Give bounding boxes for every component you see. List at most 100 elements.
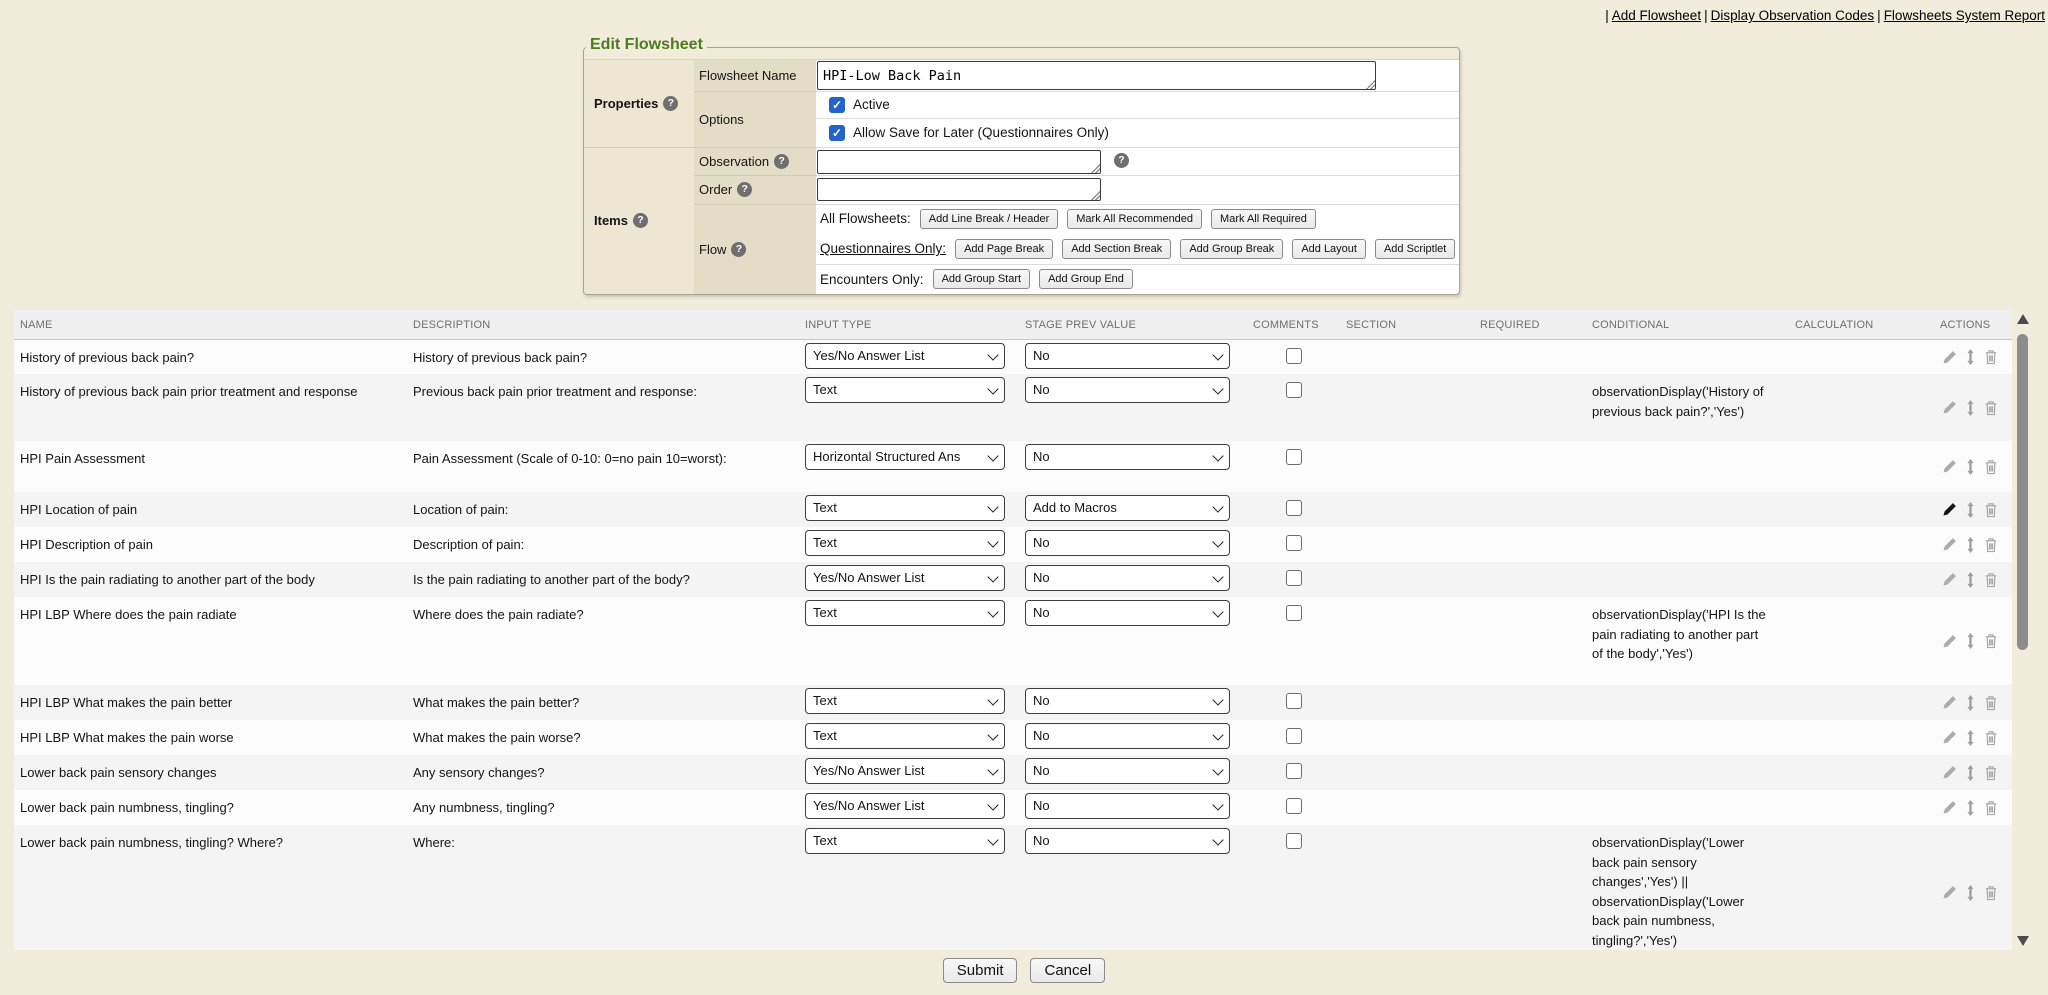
input-type-select[interactable]: Text: [805, 377, 1005, 403]
flow-button[interactable]: Add Group Break: [1180, 239, 1283, 259]
edit-pencil-icon[interactable]: [1942, 885, 1957, 900]
stage-prev-value-select[interactable]: No: [1025, 530, 1230, 556]
input-type-select[interactable]: Text: [805, 723, 1005, 749]
help-icon[interactable]: [633, 213, 648, 228]
scroll-up-icon[interactable]: [2017, 314, 2029, 324]
scroll-down-icon[interactable]: [2017, 936, 2029, 946]
header-link[interactable]: Add Flowsheet: [1612, 8, 1701, 23]
delete-trash-icon[interactable]: [1984, 765, 1998, 781]
stage-prev-value-select[interactable]: No: [1025, 758, 1230, 784]
delete-trash-icon[interactable]: [1984, 400, 1998, 416]
flow-button[interactable]: Add Group Start: [933, 269, 1031, 289]
stage-prev-value-select[interactable]: No: [1025, 793, 1230, 819]
edit-pencil-icon[interactable]: [1942, 350, 1957, 365]
delete-trash-icon[interactable]: [1984, 800, 1998, 816]
comments-checkbox[interactable]: [1286, 535, 1302, 551]
header-link[interactable]: Flowsheets System Report: [1884, 8, 2045, 23]
comments-checkbox[interactable]: [1286, 763, 1302, 779]
option-checkbox[interactable]: ✓: [829, 97, 845, 113]
reorder-updown-icon[interactable]: [1966, 459, 1975, 475]
input-type-select[interactable]: Yes/No Answer List: [805, 793, 1005, 819]
flow-button[interactable]: Add Group End: [1039, 269, 1133, 289]
resize-grip-icon[interactable]: [1365, 79, 1375, 89]
input-type-select[interactable]: Yes/No Answer List: [805, 758, 1005, 784]
reorder-updown-icon[interactable]: [1966, 537, 1975, 553]
edit-pencil-icon[interactable]: [1942, 502, 1957, 517]
reorder-updown-icon[interactable]: [1966, 730, 1975, 746]
help-icon[interactable]: [737, 182, 752, 197]
help-icon[interactable]: [731, 242, 746, 257]
order-input[interactable]: [818, 179, 1100, 200]
edit-pencil-icon[interactable]: [1942, 765, 1957, 780]
flow-button[interactable]: Add Scriptlet: [1375, 239, 1455, 259]
input-type-select[interactable]: Text: [805, 495, 1005, 521]
delete-trash-icon[interactable]: [1984, 730, 1998, 746]
comments-checkbox[interactable]: [1286, 693, 1302, 709]
comments-checkbox[interactable]: [1286, 833, 1302, 849]
reorder-updown-icon[interactable]: [1966, 400, 1975, 416]
delete-trash-icon[interactable]: [1984, 695, 1998, 711]
comments-checkbox[interactable]: [1286, 449, 1302, 465]
header-link[interactable]: Display Observation Codes: [1711, 8, 1875, 23]
help-icon[interactable]: [663, 96, 678, 111]
input-type-select[interactable]: Text: [805, 688, 1005, 714]
delete-trash-icon[interactable]: [1984, 885, 1998, 901]
flow-button[interactable]: Add Layout: [1292, 239, 1366, 259]
comments-checkbox[interactable]: [1286, 728, 1302, 744]
stage-prev-value-select[interactable]: No: [1025, 600, 1230, 626]
submit-button[interactable]: Submit: [943, 958, 1018, 983]
input-type-select[interactable]: Yes/No Answer List: [805, 565, 1005, 591]
delete-trash-icon[interactable]: [1984, 537, 1998, 553]
observation-input[interactable]: [818, 151, 1100, 173]
resize-grip-icon[interactable]: [1090, 190, 1100, 200]
input-type-select[interactable]: Horizontal Structured Ans: [805, 444, 1005, 470]
edit-pencil-icon[interactable]: [1942, 537, 1957, 552]
help-icon[interactable]: [774, 154, 789, 169]
reorder-updown-icon[interactable]: [1966, 885, 1975, 901]
flow-button[interactable]: Add Page Break: [955, 239, 1053, 259]
stage-prev-value-select[interactable]: No: [1025, 828, 1230, 854]
comments-checkbox[interactable]: [1286, 798, 1302, 814]
scrollbar-thumb[interactable]: [2017, 334, 2028, 650]
comments-checkbox[interactable]: [1286, 382, 1302, 398]
delete-trash-icon[interactable]: [1984, 502, 1998, 518]
stage-prev-value-select[interactable]: No: [1025, 444, 1230, 470]
input-type-select[interactable]: Yes/No Answer List: [805, 343, 1005, 369]
option-checkbox[interactable]: ✓: [829, 125, 845, 141]
delete-trash-icon[interactable]: [1984, 459, 1998, 475]
edit-pencil-icon[interactable]: [1942, 634, 1957, 649]
edit-pencil-icon[interactable]: [1942, 400, 1957, 415]
help-icon[interactable]: [1114, 153, 1129, 168]
resize-grip-icon[interactable]: [1090, 163, 1100, 173]
flowsheet-name-input[interactable]: [818, 62, 1375, 89]
delete-trash-icon[interactable]: [1984, 349, 1998, 365]
edit-pencil-icon[interactable]: [1942, 572, 1957, 587]
stage-prev-value-select[interactable]: Add to Macros: [1025, 495, 1230, 521]
reorder-updown-icon[interactable]: [1966, 633, 1975, 649]
reorder-updown-icon[interactable]: [1966, 349, 1975, 365]
reorder-updown-icon[interactable]: [1966, 502, 1975, 518]
comments-checkbox[interactable]: [1286, 348, 1302, 364]
edit-pencil-icon[interactable]: [1942, 800, 1957, 815]
stage-prev-value-select[interactable]: No: [1025, 688, 1230, 714]
flow-button[interactable]: Add Line Break / Header: [920, 209, 1058, 229]
reorder-updown-icon[interactable]: [1966, 572, 1975, 588]
cancel-button[interactable]: Cancel: [1030, 958, 1105, 983]
flow-button[interactable]: Mark All Recommended: [1067, 209, 1202, 229]
edit-pencil-icon[interactable]: [1942, 730, 1957, 745]
stage-prev-value-select[interactable]: No: [1025, 377, 1230, 403]
flow-button[interactable]: Mark All Required: [1211, 209, 1316, 229]
comments-checkbox[interactable]: [1286, 605, 1302, 621]
stage-prev-value-select[interactable]: No: [1025, 343, 1230, 369]
edit-pencil-icon[interactable]: [1942, 695, 1957, 710]
input-type-select[interactable]: Text: [805, 828, 1005, 854]
delete-trash-icon[interactable]: [1984, 572, 1998, 588]
delete-trash-icon[interactable]: [1984, 633, 1998, 649]
comments-checkbox[interactable]: [1286, 570, 1302, 586]
comments-checkbox[interactable]: [1286, 500, 1302, 516]
reorder-updown-icon[interactable]: [1966, 765, 1975, 781]
table-scrollbar[interactable]: [2014, 310, 2032, 950]
reorder-updown-icon[interactable]: [1966, 695, 1975, 711]
stage-prev-value-select[interactable]: No: [1025, 723, 1230, 749]
input-type-select[interactable]: Text: [805, 530, 1005, 556]
